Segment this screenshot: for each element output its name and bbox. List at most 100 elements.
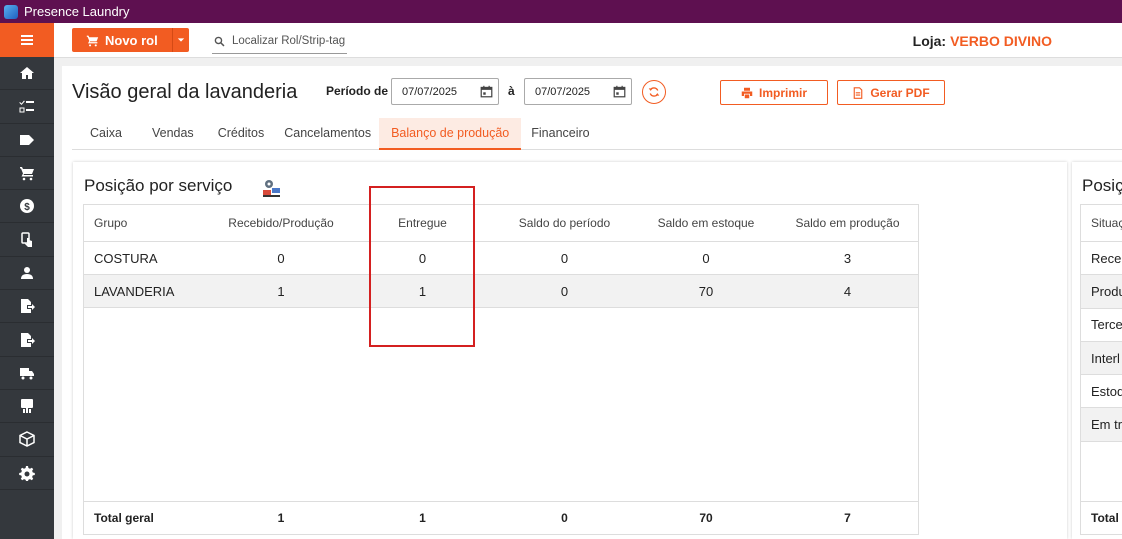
home-icon: [20, 67, 34, 80]
panel-title: Posição por serviço: [84, 176, 233, 195]
machine-icon: [21, 399, 33, 414]
sidebar-item-tags[interactable]: [0, 124, 54, 157]
tab-caixa[interactable]: Caixa: [72, 118, 140, 150]
table-cell: 0: [560, 250, 569, 266]
sidebar-item-home[interactable]: [0, 57, 54, 91]
sidebar-item-stock[interactable]: [0, 423, 54, 457]
search-input[interactable]: Localizar Rol/Strip-tag: [212, 29, 347, 54]
table-total-row: Total geral 1 1 0 70 7: [84, 501, 918, 534]
print-label: Imprimir: [758, 85, 807, 100]
tab-vendas[interactable]: Vendas: [140, 118, 206, 150]
sidebar-item-finance[interactable]: $: [0, 190, 54, 224]
money-icon: $: [20, 199, 34, 214]
gear-icon: [19, 465, 35, 481]
touch-icon: [21, 231, 32, 247]
table-cell: 70: [698, 283, 714, 299]
table-row[interactable]: LAVANDERIA 1 1 0 70 4: [84, 275, 918, 308]
store-label: Loja:: [912, 33, 947, 49]
tab-balanco-producao[interactable]: Balanço de produção: [379, 118, 522, 150]
sidebar-item-delivery[interactable]: [0, 357, 54, 390]
chevron-down-icon: [177, 38, 185, 42]
pdf-button[interactable]: Gerar PDF: [837, 80, 945, 105]
cart-icon: [20, 167, 34, 181]
period-to-label: à: [508, 84, 515, 98]
sidebar-item-customers[interactable]: [0, 257, 54, 291]
novo-rol-button[interactable]: Novo rol: [72, 28, 189, 52]
col-header: Saldo em produção: [795, 216, 900, 230]
menu-toggle-button[interactable]: [0, 23, 54, 57]
cart-icon: [86, 35, 99, 46]
total-cell: 1: [277, 511, 285, 525]
col-header: Situaç: [1081, 205, 1122, 242]
tag-icon: [20, 134, 34, 145]
pdf-label: Gerar PDF: [870, 85, 930, 100]
top-toolbar: Novo rol Localizar Rol/Strip-tag Loja: VE…: [54, 23, 1122, 58]
app-icon: [4, 4, 18, 19]
table-total-row: Total g: [1081, 500, 1122, 534]
table-row[interactable]: Interl: [1081, 341, 1122, 376]
table-cell: LAVANDERIA: [94, 283, 175, 299]
sidebar-item-export-2[interactable]: [0, 323, 54, 357]
box-icon: [19, 431, 35, 448]
printer-icon: [741, 87, 753, 98]
main-content: Visão geral da lavanderia Período de 07/…: [62, 66, 1122, 539]
table-cell: 0: [560, 283, 569, 299]
export-doc-icon: [21, 332, 35, 347]
calendar-icon[interactable]: [613, 85, 626, 98]
col-header: Recebido/Produção: [228, 216, 334, 230]
store-name: VERBO DIVINO: [950, 33, 1052, 49]
sidebar-item-checklist[interactable]: [0, 90, 54, 124]
tab-cancelamentos[interactable]: Cancelamentos: [276, 118, 379, 150]
calendar-icon[interactable]: [480, 85, 493, 98]
col-header: Saldo em estoque: [657, 216, 755, 230]
highlight-box: [369, 186, 475, 347]
table-row[interactable]: Estoq: [1081, 375, 1122, 409]
sidebar-item-export-1[interactable]: [0, 290, 54, 324]
sidebar-item-cart[interactable]: [0, 157, 54, 191]
tab-financeiro[interactable]: Financeiro: [521, 118, 599, 150]
sidebar-item-settings[interactable]: [0, 457, 54, 490]
store-indicator: Loja: VERBO DIVINO: [913, 33, 1052, 49]
date-from-field[interactable]: 07/07/2025: [391, 78, 499, 105]
truck-icon: [20, 367, 34, 380]
date-to-field[interactable]: 07/07/2025: [524, 78, 632, 105]
table-cell: 0: [702, 250, 710, 266]
service-table: Grupo Recebido/Produção Entregue Saldo d…: [83, 204, 919, 535]
checklist-icon: [19, 100, 34, 113]
col-header: Grupo: [94, 216, 128, 230]
svg-text:$: $: [24, 202, 30, 213]
sidebar: $: [0, 23, 54, 539]
table-row[interactable]: Produ: [1081, 275, 1122, 309]
search-placeholder: Localizar Rol/Strip-tag: [232, 35, 346, 47]
table-cell: COSTURA: [94, 250, 158, 266]
col-header: Saldo do período: [518, 216, 611, 230]
export-doc-icon: [21, 299, 35, 314]
table-cell: 0: [277, 250, 285, 266]
user-icon: [21, 266, 33, 279]
novo-rol-dropdown[interactable]: [172, 28, 189, 52]
sidebar-item-machines[interactable]: [0, 390, 54, 424]
page-title: Visão geral da lavanderia: [72, 81, 298, 103]
refresh-button[interactable]: [642, 80, 666, 104]
novo-rol-main[interactable]: Novo rol: [72, 33, 172, 48]
pdf-icon: [854, 86, 863, 99]
table-row[interactable]: COSTURA 0 0 0 0 3: [84, 242, 918, 275]
period-from-label: Período de: [326, 84, 389, 98]
panel-title: Posiç: [1082, 176, 1122, 195]
hamburger-icon: [21, 35, 33, 45]
total-cell: 1: [419, 511, 426, 525]
table-cell: 1: [277, 283, 285, 299]
total-cell: 70: [699, 511, 713, 525]
print-button[interactable]: Imprimir: [720, 80, 828, 105]
table-row[interactable]: Terce: [1081, 309, 1122, 342]
situation-table: Situaç Receb Produ Terce Interl Estoq Em…: [1080, 204, 1122, 535]
settings-people-icon[interactable]: [262, 178, 282, 198]
refresh-icon: [648, 87, 660, 97]
date-to-value: 07/07/2025: [535, 85, 591, 98]
tab-creditos[interactable]: Créditos: [206, 118, 277, 150]
table-row[interactable]: Receb: [1081, 242, 1122, 276]
sidebar-item-touch[interactable]: [0, 223, 54, 257]
search-icon: [214, 36, 225, 47]
table-row[interactable]: Em tr: [1081, 408, 1122, 442]
table-cell: 4: [843, 283, 852, 299]
